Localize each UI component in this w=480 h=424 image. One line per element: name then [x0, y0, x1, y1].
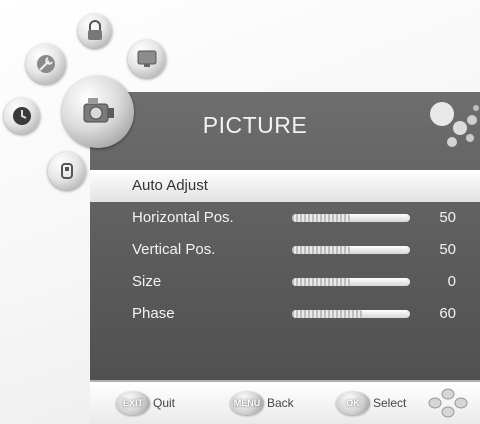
phase-slider[interactable]	[292, 310, 410, 318]
exit-hint-label: Quit	[153, 396, 176, 410]
usb-menu-button[interactable]	[48, 152, 86, 190]
picture-menu-panel: PICTURE Auto Adjust Horizontal Pos. 50 V…	[90, 92, 480, 424]
setup-menu-button[interactable]	[26, 44, 66, 84]
bubbles-logo-icon	[430, 102, 479, 147]
vertical-pos-value: 50	[439, 241, 456, 258]
phase-value: 60	[439, 305, 456, 322]
menu-item-label: Auto Adjust	[132, 177, 208, 194]
clock-icon	[13, 107, 31, 125]
slider-fill	[292, 214, 351, 222]
slider-fill	[292, 278, 351, 286]
panel-title: PICTURE	[202, 112, 308, 138]
tools-icon	[37, 55, 55, 73]
exit-key-icon: EXIT	[116, 391, 150, 415]
picture-settings-list: Auto Adjust Horizontal Pos. 50 Vertical …	[90, 170, 480, 330]
navigation-pad-icon	[428, 388, 468, 418]
picture-menu-button[interactable]	[62, 76, 134, 148]
lock-icon	[88, 20, 102, 40]
menu-item-horizontal-pos[interactable]: Horizontal Pos. 50	[90, 202, 480, 234]
time-menu-button[interactable]	[4, 98, 40, 134]
picture-camera-icon	[83, 98, 114, 123]
ok-select-hint[interactable]: OK Select	[336, 390, 406, 416]
menu-item-label: Vertical Pos.	[132, 241, 216, 258]
size-slider[interactable]	[292, 278, 410, 286]
menu-item-auto-adjust[interactable]: Auto Adjust	[90, 170, 480, 202]
screen-icon	[137, 50, 157, 67]
size-value: 0	[447, 273, 456, 290]
horizontal-pos-value: 50	[439, 209, 456, 226]
slider-fill	[292, 310, 363, 318]
back-hint-label: Back	[267, 396, 294, 410]
vertical-pos-slider[interactable]	[292, 246, 410, 254]
menu-item-label: Horizontal Pos.	[132, 209, 234, 226]
menu-back-hint[interactable]: MENU Back	[230, 390, 294, 416]
menu-item-size[interactable]: Size 0	[90, 266, 480, 298]
exit-hint[interactable]: EXIT Quit	[116, 390, 175, 416]
ok-key-icon: OK	[336, 391, 370, 415]
menu-item-vertical-pos[interactable]: Vertical Pos. 50	[90, 234, 480, 266]
menu-item-phase[interactable]: Phase 60	[90, 298, 480, 330]
usb-icon	[61, 163, 73, 179]
horizontal-pos-slider[interactable]	[292, 214, 410, 222]
select-hint-label: Select	[373, 396, 407, 410]
screen-menu-button[interactable]	[128, 40, 166, 78]
footer-hint-bar: EXIT Quit MENU Back OK Select	[90, 382, 480, 424]
slider-fill	[292, 246, 351, 254]
menu-key-icon: MENU	[230, 391, 264, 415]
menu-item-label: Size	[132, 273, 162, 290]
lock-menu-button[interactable]	[78, 14, 112, 48]
menu-item-label: Phase	[132, 305, 175, 322]
